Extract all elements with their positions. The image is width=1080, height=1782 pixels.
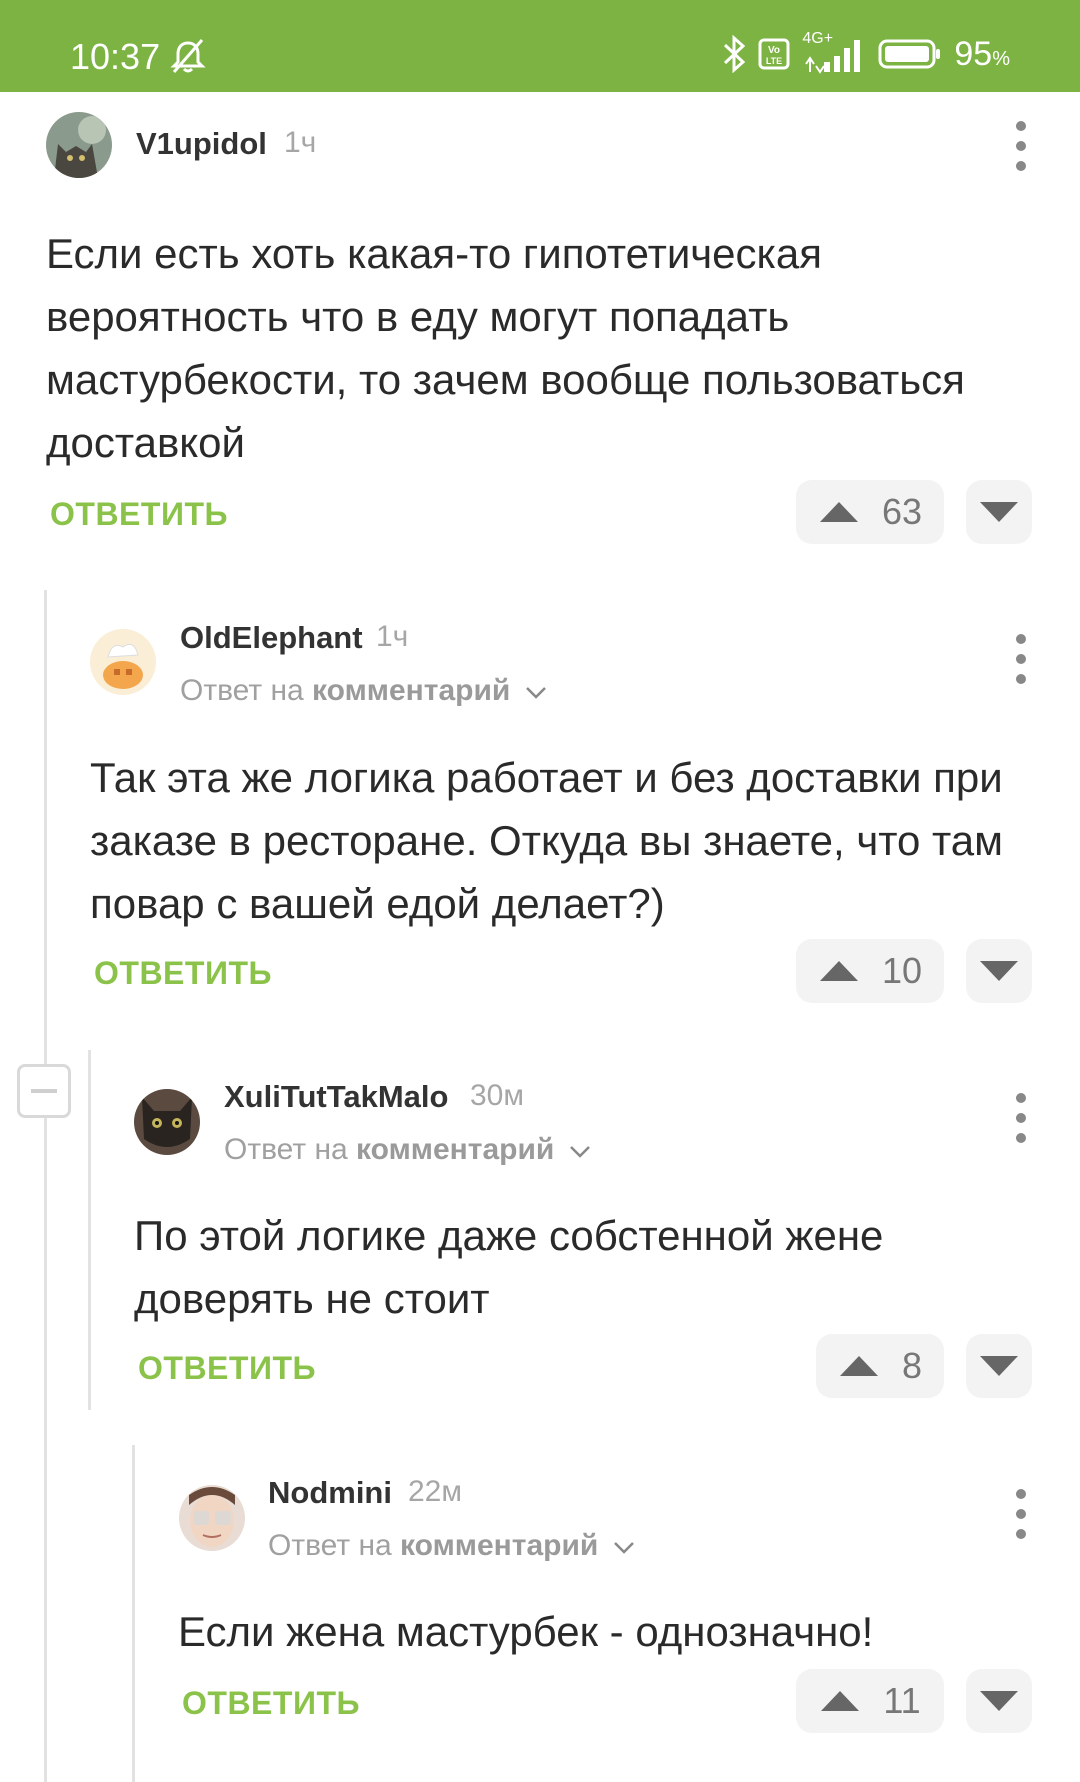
vote-count: 8 xyxy=(901,1345,923,1386)
username[interactable]: Nodmini xyxy=(268,1475,392,1511)
signal-icon: 4G+ xyxy=(802,30,866,74)
svg-text:Vo: Vo xyxy=(768,45,780,56)
chevron-down-icon xyxy=(569,1146,590,1158)
upvote-button[interactable]: 8 xyxy=(816,1334,944,1398)
upvote-button[interactable]: 11 xyxy=(796,1669,944,1733)
avatar[interactable] xyxy=(90,629,156,695)
thread-line-level-3 xyxy=(132,1445,135,1782)
reply-to-link[interactable]: Ответ на комментарий xyxy=(180,674,547,708)
comment-time: 1ч xyxy=(284,126,317,159)
arrow-up-icon xyxy=(821,1691,860,1711)
bell-off-icon xyxy=(170,39,206,73)
comment-text: Если есть хоть какая-то гипотетическая в… xyxy=(46,230,965,466)
more-options-icon[interactable] xyxy=(1006,1489,1036,1539)
collapse-thread-button[interactable] xyxy=(17,1064,71,1118)
status-bar: 10:37 Vo LTE 4G+ 95% xyxy=(0,0,1080,92)
reply-to-link[interactable]: Ответ на комментарий xyxy=(268,1529,635,1563)
comment-text: Если жена мастурбек - однозначно! xyxy=(178,1608,874,1655)
reply-button[interactable]: ОТВЕТИТЬ xyxy=(50,496,228,533)
volte-icon: Vo LTE xyxy=(758,38,790,70)
chevron-down-icon xyxy=(613,1542,634,1554)
battery-icon xyxy=(878,39,941,69)
comment-time: 30м xyxy=(470,1079,524,1112)
chevron-down-icon xyxy=(525,687,546,699)
arrow-up-icon xyxy=(819,961,858,981)
avatar[interactable] xyxy=(46,112,112,178)
arrow-down-icon xyxy=(980,961,1018,981)
comment-text: По этой логике даже собстенной жене дове… xyxy=(134,1212,884,1322)
thread-line-level-1 xyxy=(44,590,47,1782)
reply-button[interactable]: ОТВЕТИТЬ xyxy=(138,1350,316,1387)
username[interactable]: V1upidol xyxy=(136,126,267,162)
reply-button[interactable]: ОТВЕТИТЬ xyxy=(182,1685,360,1722)
upvote-button[interactable]: 10 xyxy=(796,939,944,1003)
downvote-button[interactable] xyxy=(966,1669,1032,1733)
vote-count: 11 xyxy=(883,1680,921,1721)
downvote-button[interactable] xyxy=(966,939,1032,1003)
status-icons: Vo LTE 4G+ 95% xyxy=(722,30,1010,74)
more-options-icon[interactable] xyxy=(1006,1093,1036,1143)
arrow-up-icon xyxy=(819,502,858,522)
thread-line-level-2 xyxy=(88,1050,91,1410)
status-time: 10:37 xyxy=(70,36,161,77)
svg-text:LTE: LTE xyxy=(766,56,782,66)
more-options-icon[interactable] xyxy=(1006,121,1036,171)
upvote-button[interactable]: 63 xyxy=(796,480,944,544)
comment-time: 1ч xyxy=(376,620,409,653)
vote-count: 63 xyxy=(881,491,923,532)
downvote-button[interactable] xyxy=(966,1334,1032,1398)
comment-text: Так эта же логика работает и без доставк… xyxy=(90,754,1004,927)
bluetooth-icon xyxy=(724,35,746,73)
downvote-button[interactable] xyxy=(966,480,1032,544)
battery-percent: 95% xyxy=(954,34,1010,73)
arrow-up-icon xyxy=(839,1356,878,1376)
arrow-down-icon xyxy=(980,1356,1018,1376)
username[interactable]: OldElephant xyxy=(180,620,363,656)
arrow-down-icon xyxy=(980,1691,1018,1711)
username[interactable]: XuliTutTakMalo xyxy=(224,1079,448,1115)
arrow-down-icon xyxy=(980,502,1018,522)
comment-time: 22м xyxy=(408,1475,462,1508)
reply-button[interactable]: ОТВЕТИТЬ xyxy=(94,955,272,992)
reply-to-link[interactable]: Ответ на комментарий xyxy=(224,1133,591,1167)
vote-count: 10 xyxy=(881,950,923,991)
minus-icon xyxy=(31,1089,57,1093)
avatar[interactable] xyxy=(134,1089,200,1155)
avatar[interactable] xyxy=(179,1485,245,1551)
more-options-icon[interactable] xyxy=(1006,634,1036,684)
